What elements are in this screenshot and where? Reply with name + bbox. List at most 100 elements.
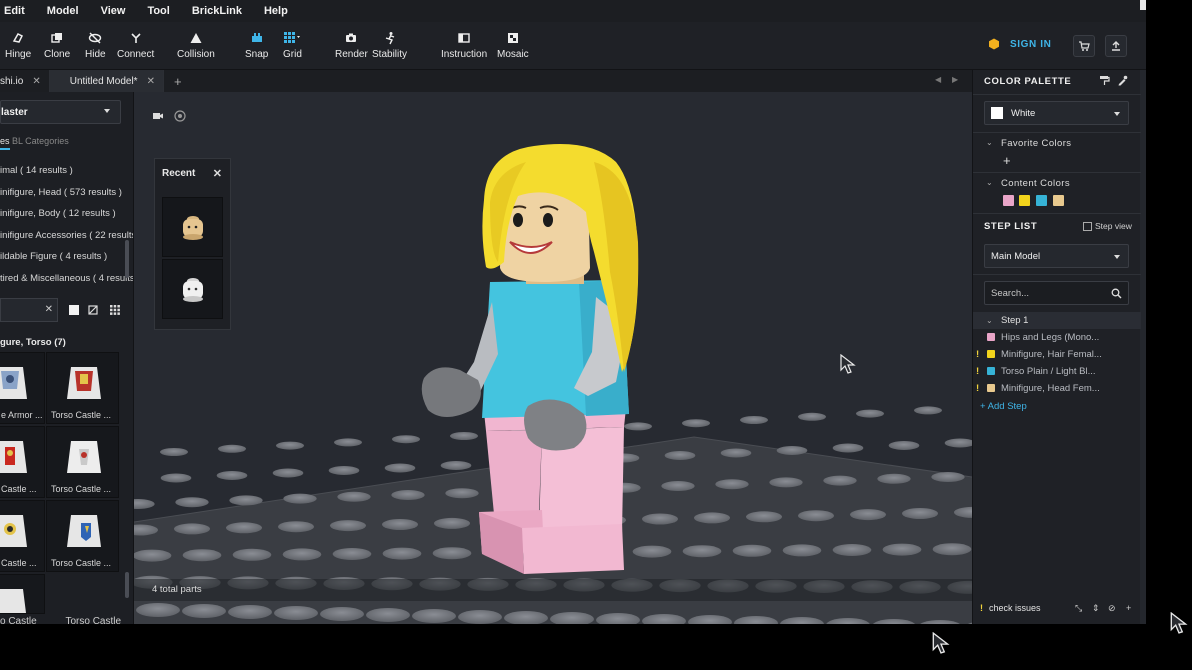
sign-in-button[interactable]: SIGN IN <box>988 38 1051 50</box>
content-color-swatch[interactable] <box>1003 195 1014 206</box>
baseplate-stud <box>445 488 479 499</box>
clone-button[interactable]: Clone <box>44 31 70 60</box>
menu-help[interactable]: Help <box>264 5 288 17</box>
category-item[interactable]: imal ( 14 results ) <box>0 160 133 182</box>
tab-label: shi.io <box>0 75 24 87</box>
tab-scroll-right-icon[interactable]: ▶ <box>952 75 958 84</box>
chevron-down-icon: ⌄ <box>986 316 993 325</box>
step-row[interactable]: ⌄ Step 1 <box>973 312 1141 329</box>
part-tile[interactable]: Torso Castle ... <box>46 500 119 572</box>
recent-part-slot[interactable] <box>162 259 223 319</box>
library-select[interactable]: laster <box>0 100 121 124</box>
decoration-filter-icon[interactable] <box>88 305 98 315</box>
add-favorite-color-button[interactable]: + <box>1003 153 1011 168</box>
paint-roller-icon[interactable] <box>1099 75 1110 86</box>
menu-tool[interactable]: Tool <box>147 5 169 17</box>
category-item[interactable]: tired & Miscellaneous ( 4 results ) <box>0 268 133 290</box>
baseplate-stud <box>944 438 972 448</box>
category-item[interactable]: inifigure, Body ( 12 results ) <box>0 203 133 225</box>
content-color-swatch[interactable] <box>1019 195 1030 206</box>
step-search-input[interactable]: Search... <box>984 281 1129 305</box>
grid-button[interactable]: Grid <box>283 31 302 60</box>
tab-untitled-model[interactable]: Untitled Model* ✕ <box>49 70 164 92</box>
white-swatch <box>991 107 1003 119</box>
add-icon[interactable]: + <box>1126 598 1131 618</box>
add-step-button[interactable]: + Add Step <box>973 398 1141 415</box>
grid-view-icon[interactable] <box>110 305 120 315</box>
part-tile[interactable]: Torso Castle ... <box>46 426 119 498</box>
content-color-swatch[interactable] <box>1036 195 1047 206</box>
category-item[interactable]: ildable Figure ( 4 results ) <box>0 246 133 268</box>
focus-target-icon[interactable] <box>174 110 186 122</box>
close-icon[interactable]: ✕ <box>32 76 40 87</box>
category-scrollbar[interactable] <box>125 240 129 278</box>
color-filter-icon[interactable] <box>69 305 79 315</box>
tab-categories[interactable]: es <box>0 136 10 150</box>
part-tile[interactable]: Torso Castle ... <box>46 352 119 424</box>
minifigure-head-part-image <box>183 278 203 302</box>
tab-scroll-left-icon[interactable]: ◀ <box>935 75 941 84</box>
step-part-row[interactable]: Hips and Legs (Mono... <box>973 329 1141 346</box>
menu-view[interactable]: View <box>101 5 126 17</box>
baseplate-stud <box>877 473 911 484</box>
collision-button[interactable]: Collision <box>177 31 215 60</box>
category-item[interactable]: inifigure, Head ( 573 results ) <box>0 182 133 204</box>
baseplate-stud <box>412 609 456 623</box>
baseplate-stud <box>914 406 942 415</box>
checkbox-icon <box>1083 221 1092 231</box>
stability-button[interactable]: Stability <box>372 31 407 60</box>
baseplate-stud <box>798 412 826 421</box>
connect-button[interactable]: Connect <box>117 31 154 60</box>
tab-studio-home[interactable]: shi.io ✕ <box>0 70 50 92</box>
step-view-checkbox[interactable]: Step view <box>1083 221 1132 231</box>
connect-icon <box>131 33 141 43</box>
render-button[interactable]: Render <box>335 31 368 60</box>
baseplate-stud <box>776 446 808 455</box>
hinge-button[interactable]: Hinge <box>5 31 31 60</box>
menu-model[interactable]: Model <box>47 5 79 17</box>
step-view-label: Step view <box>1095 221 1132 231</box>
part-tile[interactable]: Castle ... <box>0 500 45 572</box>
collapse-icon[interactable]: ⤡ <box>1075 598 1082 618</box>
category-item[interactable]: inifigure Accessories ( 22 results ) <box>0 225 133 247</box>
window-scrollbar-thumb[interactable] <box>1140 0 1146 10</box>
part-tile[interactable]: e Armor ... <box>0 352 45 424</box>
snap-button[interactable]: Snap <box>245 31 268 60</box>
hide-button[interactable]: Hide <box>85 31 106 60</box>
part-tile[interactable]: Castle ... <box>0 426 45 498</box>
part-label: Torso Castle ... <box>51 558 112 568</box>
eyedropper-icon[interactable] <box>1117 75 1128 86</box>
part-tile[interactable] <box>0 574 45 614</box>
close-icon[interactable]: ✕ <box>213 167 222 180</box>
upload-button[interactable] <box>1105 35 1127 57</box>
part-search-input[interactable]: ✕ <box>0 298 58 322</box>
model-select[interactable]: Main Model <box>984 244 1129 268</box>
step-part-row[interactable]: ! Torso Plain / Light Bl... <box>973 363 1141 380</box>
baseplate-stud <box>276 441 304 450</box>
close-icon[interactable]: ✕ <box>147 76 155 87</box>
torso-castle-part-image <box>0 589 26 613</box>
step-part-row[interactable]: ! Minifigure, Hair Femal... <box>973 346 1141 363</box>
torso-castle-part-image <box>67 441 101 473</box>
baseplate-stud <box>216 471 248 480</box>
mosaic-button[interactable]: Mosaic <box>497 31 529 60</box>
camera-icon[interactable] <box>152 110 164 122</box>
recent-part-slot[interactable] <box>162 197 223 257</box>
menu-bricklink[interactable]: BrickLink <box>192 5 242 17</box>
expand-icon[interactable]: ⇕ <box>1092 598 1100 618</box>
menu-edit[interactable]: Edit <box>4 5 25 17</box>
content-color-swatch[interactable] <box>1053 195 1064 206</box>
instruction-button[interactable]: Instruction <box>441 31 487 60</box>
step-part-row[interactable]: ! Minifigure, Head Fem... <box>973 380 1141 397</box>
baseplate-stud <box>160 473 192 483</box>
check-issues-button[interactable]: check issues <box>989 598 1041 618</box>
hide-icon[interactable]: ⊘ <box>1108 598 1116 618</box>
part-grid-scrollbar[interactable] <box>125 572 129 598</box>
warning-icon: ! <box>980 603 983 613</box>
cart-button[interactable] <box>1073 35 1095 57</box>
baseplate-stud <box>850 509 886 521</box>
color-select[interactable]: White <box>984 101 1129 125</box>
tab-bl-categories[interactable]: BL Categories <box>12 136 69 146</box>
clear-search-icon[interactable]: ✕ <box>45 304 53 315</box>
add-tab-button[interactable]: + <box>174 74 182 89</box>
